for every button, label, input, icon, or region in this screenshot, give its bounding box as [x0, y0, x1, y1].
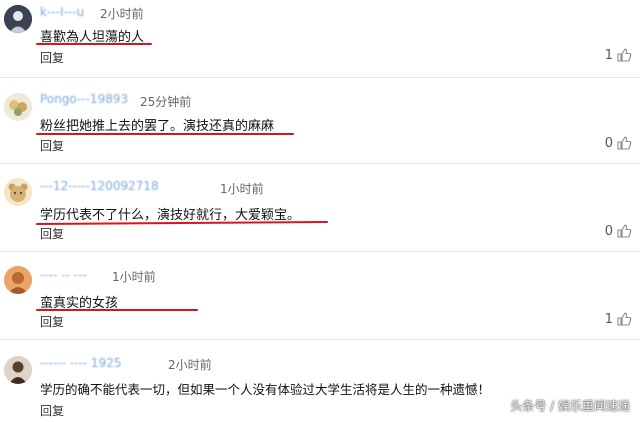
like-count: 0	[604, 223, 613, 239]
like-count: 0	[604, 135, 613, 151]
thumbs-up-icon	[617, 312, 632, 326]
comment-text: 学历的确不能代表一切，但如果一个人没有体验过大学生活将是人生的一种遗憾！	[40, 382, 491, 397]
reply-button[interactable]: 回复	[40, 137, 64, 154]
dark-profile-avatar-icon	[4, 5, 32, 33]
like-count: 1	[604, 47, 613, 63]
like-count: 1	[604, 311, 613, 327]
like-button[interactable]: 0	[605, 223, 632, 239]
comment-item: k---I---u 2小时前 喜歡為人坦蕩的人 回复 1	[0, 0, 640, 78]
comment-time: 2小时前	[100, 7, 144, 21]
comment-text: 学历代表不了什么，演技好就行，大爱颖宝。	[40, 208, 301, 223]
thumbs-up-icon	[617, 48, 632, 62]
like-button[interactable]: 1	[605, 47, 632, 63]
comment-item: ---- -- --- 1小时前 蛮真实的女孩 回复 1	[0, 252, 640, 340]
orange-avatar-icon	[4, 266, 32, 294]
avatar[interactable]	[4, 178, 32, 206]
comment-item: Pongo---19893 25分钟前 粉丝把她推上去的罢了。演技还真的麻麻 回…	[0, 78, 640, 164]
comment-time: 1小时前	[112, 270, 156, 284]
thumbs-up-icon	[617, 224, 632, 238]
comment-time: 25分钟前	[140, 95, 192, 109]
comment-item: ---12-----120092718 1小时前 学历代表不了什么，演技好就行，…	[0, 164, 640, 252]
avatar[interactable]	[4, 356, 32, 384]
comment-username[interactable]: ---- -- ---	[40, 268, 87, 282]
watermark-text: 头条号 / 娱乐重闻速递	[510, 399, 630, 413]
avatar[interactable]	[4, 5, 32, 33]
highlight-underline	[36, 133, 294, 135]
comment-time: 1小时前	[220, 182, 264, 196]
reply-button[interactable]: 回复	[40, 225, 64, 242]
highlight-underline	[36, 43, 152, 45]
thumbs-up-icon	[617, 136, 632, 150]
comment-username[interactable]: ---12-----120092718	[40, 179, 159, 193]
comment-text: 粉丝把她推上去的罢了。演技还真的麻麻	[40, 119, 275, 134]
avatar[interactable]	[4, 266, 32, 294]
like-button[interactable]: 1	[605, 311, 632, 327]
portrait-avatar-icon	[4, 356, 32, 384]
reply-button[interactable]: 回复	[40, 402, 64, 419]
reply-button[interactable]: 回复	[40, 313, 64, 330]
highlight-underline	[36, 309, 198, 311]
comment-username[interactable]: ------ ---- 1925	[40, 356, 121, 370]
flower-avatar-icon	[4, 93, 32, 121]
comment-username[interactable]: Pongo---19893	[40, 92, 128, 106]
comment-username[interactable]: k---I---u	[40, 5, 84, 19]
reply-button[interactable]: 回复	[40, 49, 64, 66]
like-button[interactable]: 0	[605, 135, 632, 151]
avatar[interactable]	[4, 93, 32, 121]
comment-time: 2小时前	[168, 358, 212, 372]
bear-avatar-icon	[4, 178, 32, 206]
